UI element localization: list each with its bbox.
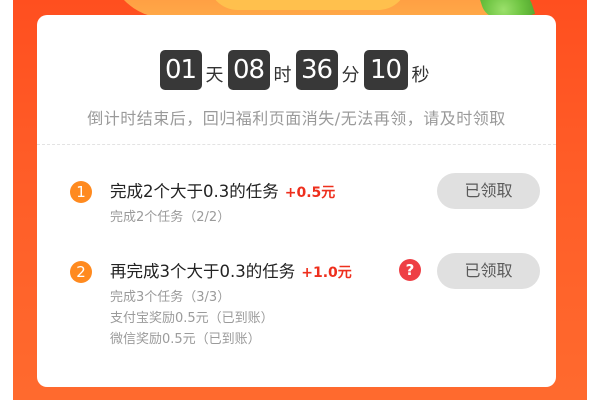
countdown-timer: 01 天 08 时 36 分 10 秒 [37,48,556,92]
task-title-text: 再完成3个大于0.3的任务 [110,262,296,281]
question-circle-icon[interactable]: ? [399,259,421,281]
seconds-unit: 秒 [411,65,430,86]
task-number-badge: 2 [70,261,92,283]
countdown-minutes: 36 [295,50,338,90]
countdown-seconds: 10 [363,50,408,90]
top-banner-highlight [208,0,408,10]
countdown-notice: 倒计时结束后，回归福利页面消失/无法再领，请及时领取 [87,109,506,128]
countdown-days: 01 [159,50,202,90]
task-title: 完成2个大于0.3的任务 +0.5元 [110,178,335,202]
task-detail-line: 完成2个任务（2/2） [110,210,231,225]
task-details: 完成2个任务（2/2） [110,207,230,228]
days-unit: 天 [205,65,224,86]
task-detail-line: 支付宝奖励0.5元（已到账） [110,311,274,326]
task-detail-line: 完成3个任务（3/3） [110,290,231,305]
task-reward: +0.5元 [284,185,336,201]
claimed-button[interactable]: 已领取 [437,253,540,289]
task-number-badge: 1 [70,181,92,203]
task-details: 完成3个任务（3/3） 支付宝奖励0.5元（已到账） 微信奖励0.5元（已到账） [110,287,274,350]
hours-unit: 时 [273,65,292,86]
claimed-button[interactable]: 已领取 [437,173,540,209]
task-detail-line: 微信奖励0.5元（已到账） [110,332,261,347]
task-reward: +1.0元 [301,265,352,281]
task-reward-card: 01 天 08 时 36 分 10 秒 倒计时结束后，回归福利页面消失/无法再领… [37,15,556,387]
countdown-hours: 08 [227,50,270,90]
dashed-divider [37,144,556,145]
task-title: 再完成3个大于0.3的任务 +1.0元 [110,258,352,282]
minutes-unit: 分 [341,65,360,86]
task-title-text: 完成2个大于0.3的任务 [110,182,279,201]
page-background: 01 天 08 时 36 分 10 秒 倒计时结束后，回归福利页面消失/无法再领… [13,0,587,400]
